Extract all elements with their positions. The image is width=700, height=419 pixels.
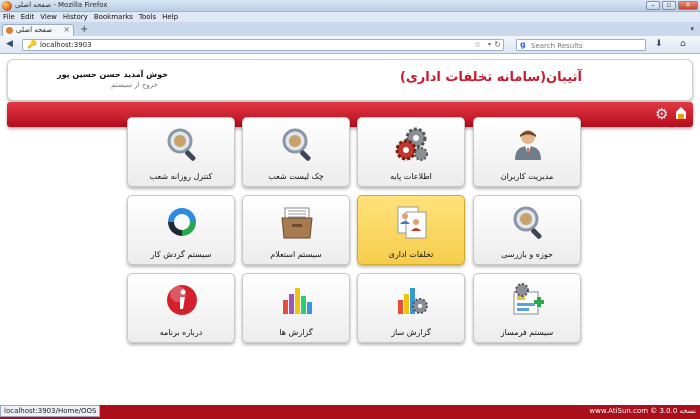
tile-label: اطلاعات پایه: [390, 172, 432, 181]
menu-file[interactable]: File: [0, 12, 18, 22]
welcome-text: خوش آمدید حسن حسین پور: [56, 70, 168, 79]
report-builder-icon: [398, 288, 428, 314]
new-tab-button[interactable]: +: [80, 24, 88, 35]
documents-users-icon: [397, 206, 427, 239]
tile-form-builder[interactable]: سیستم فرمساز: [473, 273, 581, 343]
tile-label: گزارش ها: [279, 328, 313, 337]
user-manager-icon: [515, 130, 541, 160]
back-button[interactable]: ◀: [6, 39, 13, 49]
version-text: نسخه 3.0.0 © www.AtiSun.com: [589, 407, 696, 415]
home-button[interactable]: ⌂: [680, 39, 686, 49]
bar-chart-icon: [283, 288, 312, 314]
info-icon: [167, 285, 197, 315]
url-bar[interactable]: 🔑 localhost:3903 ☆ ▾ ↻: [22, 39, 504, 51]
magnifier-icon: [513, 206, 542, 239]
status-bar: localhost:3903/Home/OOS نسخه 3.0.0 © www…: [0, 405, 700, 419]
tile-branch-checklist[interactable]: چک لیست شعب: [242, 117, 350, 187]
maximize-button[interactable]: ▫: [662, 1, 676, 10]
tab-home[interactable]: صفحه اصلی ×: [2, 24, 74, 36]
tile-about[interactable]: درباره برنامه: [127, 273, 235, 343]
tile-label: مدیریت کاربران: [500, 172, 554, 181]
window-controls: – ▫ ✕: [646, 1, 698, 10]
search-bar[interactable]: g: [516, 39, 646, 51]
tile-label: درباره برنامه: [159, 328, 203, 337]
downloads-button[interactable]: ⬇: [655, 39, 663, 49]
reload-icon[interactable]: ↻: [494, 40, 501, 49]
tab-favicon-icon: [6, 27, 13, 34]
tab-bar: صفحه اصلی × + ▾: [0, 22, 700, 36]
tile-report-builder[interactable]: گزارش ساز: [357, 273, 465, 343]
tile-base-info[interactable]: اطلاعات پایه: [357, 117, 465, 187]
menu-edit[interactable]: Edit: [18, 12, 38, 22]
tile-label: سیستم گردش کار: [150, 250, 212, 259]
url-dropdown-icon[interactable]: ▾: [488, 41, 491, 48]
menu-bar: File Edit View History Bookmarks Tools H…: [0, 12, 700, 22]
menu-tools[interactable]: Tools: [136, 12, 159, 22]
close-window-button[interactable]: ✕: [678, 1, 698, 10]
form-builder-icon: [513, 283, 544, 315]
menu-bookmarks[interactable]: Bookmarks: [91, 12, 136, 22]
window-titlebar: صفحه اصلی - Mozilla Firefox – ▫ ✕: [0, 0, 700, 12]
tab-close-icon[interactable]: ×: [63, 25, 70, 34]
tile-user-management[interactable]: مدیریت کاربران: [473, 117, 581, 187]
magnifier-icon: [282, 128, 311, 161]
tile-administrative-violations[interactable]: تخلفات اداری: [357, 195, 465, 265]
minimize-button[interactable]: –: [646, 1, 660, 10]
home-icon[interactable]: [675, 106, 687, 120]
url-text[interactable]: localhost:3903: [40, 41, 92, 49]
search-input[interactable]: [531, 41, 639, 50]
module-grid: مدیریت کاربران اطلاعات پایه چک لیست شعب …: [127, 117, 581, 347]
tile-label: سیستم فرمساز: [500, 328, 554, 337]
tile-workflow[interactable]: سیستم گردش کار: [127, 195, 235, 265]
menu-history[interactable]: History: [60, 12, 91, 22]
tile-inspection[interactable]: حوزه و بازرسی: [473, 195, 581, 265]
tile-label: تخلفات اداری: [388, 250, 434, 259]
tile-inquiry-system[interactable]: سیستم استعلام: [242, 195, 350, 265]
window-title: صفحه اصلی - Mozilla Firefox: [15, 1, 108, 9]
magnifier-icon: [167, 128, 196, 161]
tile-daily-control[interactable]: کنترل روزانه شعب: [127, 117, 235, 187]
tile-label: کنترل روزانه شعب: [149, 172, 213, 181]
menu-view[interactable]: View: [37, 12, 60, 22]
firefox-icon: [2, 1, 12, 11]
tile-label: چک لیست شعب: [268, 172, 324, 181]
workflow-arrows-icon: [168, 208, 196, 236]
tile-label: گزارش ساز: [391, 328, 431, 337]
gears-icon: [395, 127, 428, 161]
file-box-icon: [281, 207, 313, 239]
tab-list-button[interactable]: ▾: [690, 25, 694, 33]
tile-label: حوزه و بازرسی: [501, 250, 553, 259]
menu-help[interactable]: Help: [159, 12, 181, 22]
logout-link[interactable]: خروج از سیستم: [8, 81, 158, 89]
navigation-bar: ◀ 🔑 localhost:3903 ☆ ▾ ↻ g ⬇ ⌂: [0, 36, 700, 54]
tile-label: سیستم استعلام: [270, 250, 322, 259]
status-url: localhost:3903/Home/OOS: [0, 405, 101, 417]
search-engine-icon[interactable]: g: [520, 40, 526, 49]
tile-reports[interactable]: گزارش ها: [242, 273, 350, 343]
settings-gear-icon[interactable]: ⚙: [655, 106, 668, 122]
tab-label: صفحه اصلی: [16, 26, 53, 34]
bookmark-star-icon[interactable]: ☆: [474, 40, 481, 49]
app-header: خوش آمدید حسن حسین پور خروج از سیستم آتی…: [7, 59, 693, 101]
app-brand: آتیبان(سامانه تخلفات اداری): [399, 70, 582, 85]
site-identity-icon: 🔑: [27, 40, 37, 49]
